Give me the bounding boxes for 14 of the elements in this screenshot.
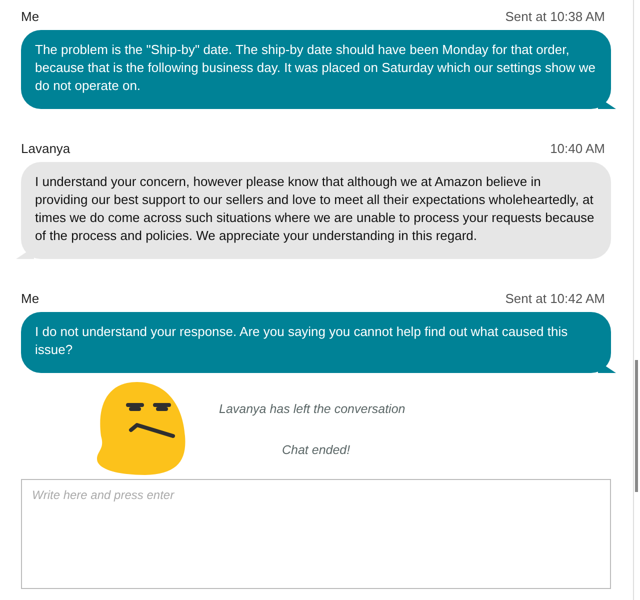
status-message: Chat ended! bbox=[281, 443, 352, 457]
message-bubble: I understand your concern, however please know that although we at Amazon believe in providing our best support to our sellers and love to meet all their expectations wholeheartedly, at times we do come across such situations where we are unable to process your requests because of the process and policies. We appreciate your understanding in this regard. bbox=[21, 162, 611, 259]
unamused-face-icon bbox=[97, 381, 187, 475]
message-bubble: The problem is the "Ship-by" date. The ship-by date should have been Monday for that order, because that is the following business day. It was placed on Saturday which our settings show we do not operate on. bbox=[21, 30, 611, 109]
message-time: Sent at 10:42 AM bbox=[505, 291, 605, 306]
message-time: Sent at 10:38 AM bbox=[505, 9, 605, 24]
sender-name: Lavanya bbox=[21, 141, 70, 156]
message-bubble: I do not understand your response. Are you saying you cannot help find out what caused this issue? bbox=[21, 312, 611, 373]
message-time: 10:40 AM bbox=[550, 141, 605, 156]
scrollbar-thumb[interactable] bbox=[635, 360, 638, 492]
status-message: Lavanya has left the conversation bbox=[219, 402, 406, 416]
sender-name: Me bbox=[21, 291, 40, 306]
message-field[interactable]: Write here and press enter bbox=[21, 479, 611, 589]
sender-name: Me bbox=[21, 9, 40, 24]
